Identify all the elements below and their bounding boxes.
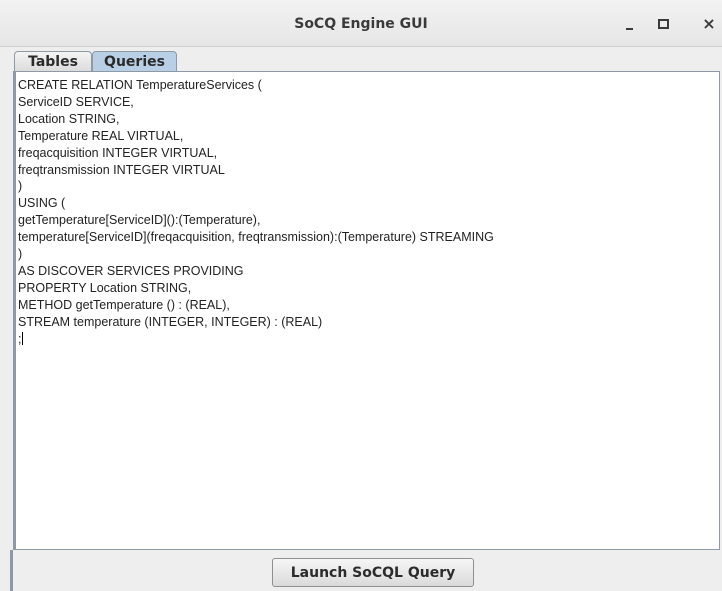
- launch-query-button[interactable]: Launch SoCQL Query: [272, 558, 474, 587]
- query-line: AS DISCOVER SERVICES PROVIDING: [18, 263, 244, 278]
- close-icon: ×: [702, 14, 716, 33]
- query-line: METHOD getTemperature () : (REAL),: [18, 297, 230, 312]
- text-caret: [22, 331, 24, 345]
- query-line: Temperature REAL VIRTUAL,: [18, 128, 184, 143]
- title-bar[interactable]: SoCQ Engine GUI ×: [0, 0, 722, 47]
- query-line: temperature[ServiceID](freqacquisition, …: [18, 230, 494, 245]
- query-line: ;: [18, 331, 22, 346]
- maximize-button[interactable]: [652, 13, 674, 35]
- query-line: Location STRING,: [18, 111, 120, 126]
- query-line: PROPERTY Location STRING,: [18, 280, 192, 295]
- query-line: ): [18, 247, 23, 262]
- tab-strip: Tables Queries: [0, 47, 722, 71]
- minimize-button[interactable]: [618, 13, 640, 35]
- tab-tables[interactable]: Tables: [14, 51, 92, 71]
- minimize-icon: [625, 28, 633, 30]
- query-line: freqacquisition INTEGER VIRTUAL,: [18, 145, 218, 160]
- query-line: ): [18, 179, 23, 194]
- query-line: getTemperature[ServiceID]():(Temperature…: [18, 213, 261, 228]
- query-line: freqtransmission INTEGER VIRTUAL: [18, 162, 225, 177]
- tab-queries[interactable]: Queries: [92, 51, 177, 71]
- maximize-icon: [657, 19, 669, 29]
- window-title: SoCQ Engine GUI: [294, 16, 428, 32]
- query-text[interactable]: CREATE RELATION TemperatureServices ( Se…: [18, 77, 494, 348]
- query-line: ServiceID SERVICE,: [18, 94, 134, 109]
- query-line: USING (: [18, 196, 66, 211]
- query-line: CREATE RELATION TemperatureServices (: [18, 78, 262, 92]
- query-line: STREAM temperature (INTEGER, INTEGER) : …: [18, 314, 323, 329]
- app-window: SoCQ Engine GUI × Tables Queries CREATE …: [0, 0, 722, 591]
- query-editor[interactable]: CREATE RELATION TemperatureServices ( Se…: [13, 71, 720, 550]
- close-button[interactable]: ×: [698, 13, 720, 35]
